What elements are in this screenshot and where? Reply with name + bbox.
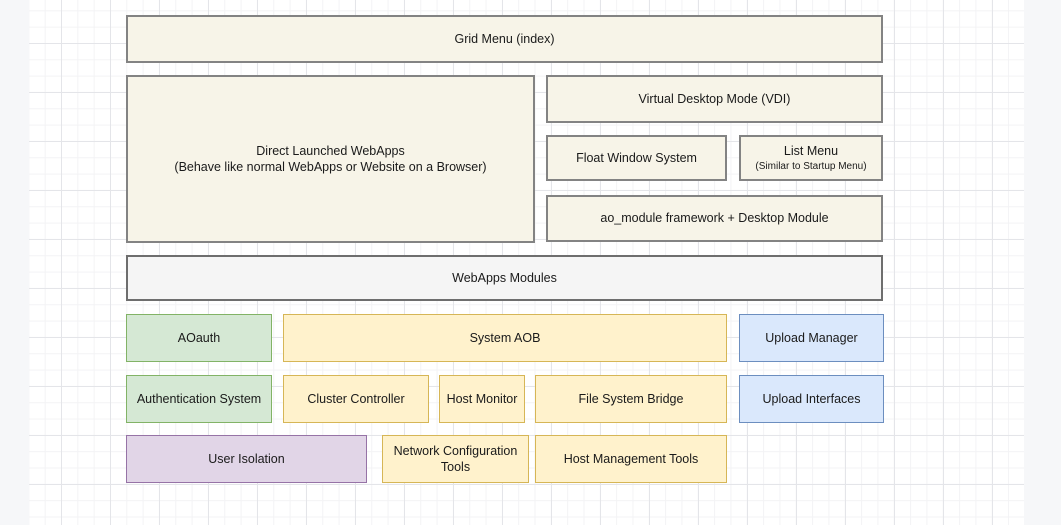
fs-bridge-shape[interactable]: File System Bridge: [535, 375, 727, 423]
webapps-modules-shape[interactable]: WebApps Modules: [126, 255, 883, 301]
list-menu-sublabel: (Similar to Startup Menu): [755, 160, 866, 173]
float-window-shape[interactable]: Float Window System: [546, 135, 727, 181]
float-window-label: Float Window System: [576, 150, 697, 166]
aoauth-shape[interactable]: AOauth: [126, 314, 272, 362]
list-menu-shape[interactable]: List Menu (Similar to Startup Menu): [739, 135, 883, 181]
direct-webapps-shape[interactable]: Direct Launched WebApps (Behave like nor…: [126, 75, 535, 243]
auth-system-shape[interactable]: Authentication System: [126, 375, 272, 423]
upload-manager-shape[interactable]: Upload Manager: [739, 314, 884, 362]
webapps-modules-label: WebApps Modules: [452, 270, 557, 286]
direct-webapps-label: Direct Launched WebApps: [256, 143, 404, 159]
system-aob-shape[interactable]: System AOB: [283, 314, 727, 362]
network-config-label: Network Configuration Tools: [389, 443, 522, 476]
aoauth-label: AOauth: [178, 330, 220, 346]
fs-bridge-label: File System Bridge: [579, 391, 684, 407]
vdi-label: Virtual Desktop Mode (VDI): [639, 91, 791, 107]
user-isolation-label: User Isolation: [208, 451, 284, 467]
host-mgmt-label: Host Management Tools: [564, 451, 699, 467]
list-menu-label: List Menu: [784, 143, 838, 159]
user-isolation-shape[interactable]: User Isolation: [126, 435, 367, 483]
ao-module-label: ao_module framework + Desktop Module: [600, 210, 828, 226]
ao-module-shape[interactable]: ao_module framework + Desktop Module: [546, 195, 883, 242]
vdi-shape[interactable]: Virtual Desktop Mode (VDI): [546, 75, 883, 123]
grid-menu-shape[interactable]: Grid Menu (index): [126, 15, 883, 63]
upload-interfaces-label: Upload Interfaces: [763, 391, 861, 407]
cluster-controller-label: Cluster Controller: [307, 391, 404, 407]
host-monitor-shape[interactable]: Host Monitor: [439, 375, 525, 423]
direct-webapps-sublabel: (Behave like normal WebApps or Website o…: [174, 159, 486, 175]
system-aob-label: System AOB: [470, 330, 541, 346]
diagram-page: { "palette": { "page-bg": "#f6f7f9", "ca…: [0, 0, 1061, 525]
diagram-canvas: Grid Menu (index) Direct Launched WebApp…: [29, 0, 1024, 525]
upload-manager-label: Upload Manager: [765, 330, 857, 346]
network-config-shape[interactable]: Network Configuration Tools: [382, 435, 529, 483]
grid-menu-label: Grid Menu (index): [454, 31, 554, 47]
cluster-controller-shape[interactable]: Cluster Controller: [283, 375, 429, 423]
host-mgmt-shape[interactable]: Host Management Tools: [535, 435, 727, 483]
upload-interfaces-shape[interactable]: Upload Interfaces: [739, 375, 884, 423]
auth-system-label: Authentication System: [137, 391, 261, 407]
host-monitor-label: Host Monitor: [447, 391, 518, 407]
